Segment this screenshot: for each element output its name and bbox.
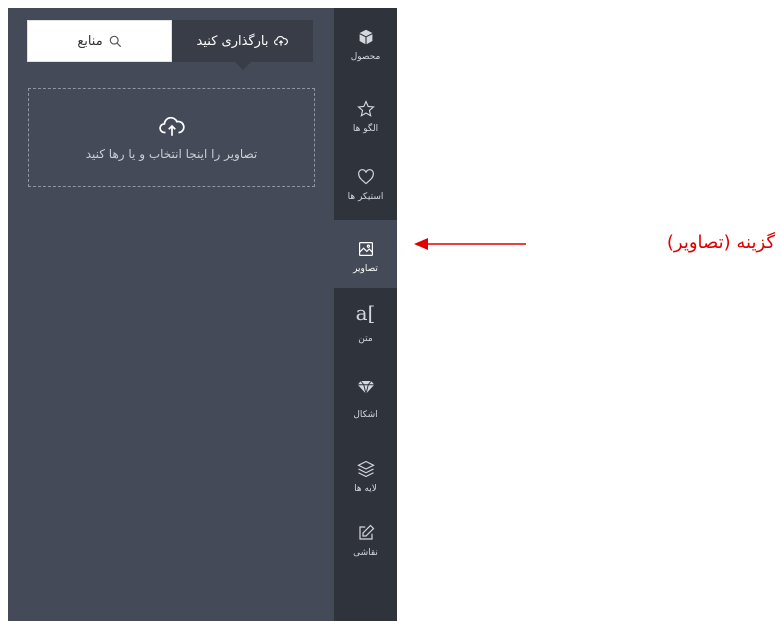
sidebar-item-label: استیکر ها [347,192,384,202]
sidebar-item-shapes[interactable]: اشکال [334,376,397,420]
tab-upload-label: بارگذاری کنید [196,33,269,49]
tab-upload[interactable]: بارگذاری کنید [172,20,313,70]
sidebar-item-stickers[interactable]: استیکر ها [334,166,397,202]
sidebar-item-label: محصول [350,52,381,62]
sidebar-item-templates[interactable]: الگو ها [334,98,397,134]
star-icon [356,98,375,120]
sidebar-item-label: اشکال [353,410,378,420]
sidebar-item-label: لایه ها [354,484,377,494]
cube-icon [358,26,374,48]
diamond-icon [357,376,375,398]
sidebar-item-draw[interactable]: نقاشی [334,522,397,558]
edit-icon [357,522,375,544]
dropzone-text: تصاویر را اینجا انتخاب و یا رها کنید [85,146,258,161]
tool-sidebar: محصول الگو ها استیکر ها تصاویر a[ متن اش… [334,8,397,621]
sidebar-item-text[interactable]: a[ متن [334,301,397,344]
tab-sources[interactable]: منابع [27,20,172,62]
sidebar-item-label: متن [358,334,373,344]
annotation-arrow [414,238,526,250]
sidebar-item-label: الگو ها [352,124,379,134]
sidebar-item-product[interactable]: محصول [334,26,397,62]
heart-icon [357,166,375,188]
sidebar-item-images[interactable]: تصاویر [334,220,397,288]
sidebar-item-label: تصاویر [353,264,378,274]
sidebar-item-layers[interactable]: لایه ها [334,458,397,494]
sidebar-item-label: نقاشی [353,548,378,558]
layers-icon [356,458,375,480]
image-icon [358,238,374,260]
cloud-upload-icon [158,116,185,136]
annotation-label: گزینه (تصاویر) [666,232,775,253]
text-icon: a[ [355,301,376,325]
panel-tabs: بارگذاری کنید منابع [20,20,313,70]
cloud-upload-icon [274,35,289,46]
search-icon [109,35,121,47]
tab-sources-label: منابع [77,33,103,49]
image-dropzone[interactable]: تصاویر را اینجا انتخاب و یا رها کنید [28,88,315,187]
